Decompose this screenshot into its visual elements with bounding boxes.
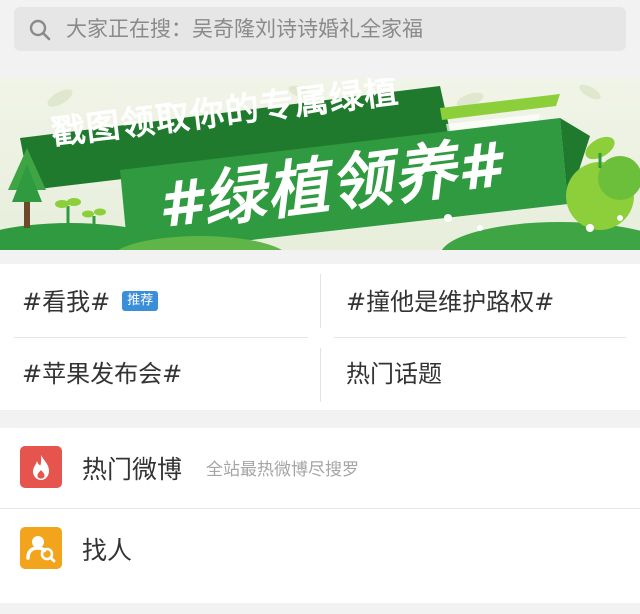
topic-label: 热门话题 [346,360,442,388]
promo-banner[interactable]: 戳图领取你的专属绿植 #绿植领养# [0,78,640,250]
list-item-hot-weibo[interactable]: 热门微博 全站最热微博尽搜罗 [0,428,640,510]
flame-icon [20,446,62,488]
recommend-badge: 推荐 [122,291,159,311]
divider [320,274,321,328]
topic-item[interactable]: #苹果发布会# [22,338,182,410]
topic-label: #撞他是维护路权# [346,288,555,316]
divider [14,337,308,338]
divider [320,348,321,402]
topic-item[interactable]: #撞他是维护路权# [346,266,554,338]
list-item-subtitle: 全站最热微博尽搜罗 [206,460,359,480]
topic-item[interactable]: #看我# 推荐 [22,266,159,338]
search-bar: 大家正在搜：吴奇隆刘诗诗婚礼全家福 [0,0,640,62]
search-input[interactable]: 大家正在搜：吴奇隆刘诗诗婚礼全家福 [14,7,626,51]
topic-label: #看我# [22,288,111,316]
discover-list: 热门微博 全站最热微博尽搜罗 找人 [0,428,640,603]
list-item-title: 热门微博 [82,455,183,484]
find-person-icon [20,527,62,569]
search-placeholder: 大家正在搜：吴奇隆刘诗诗婚礼全家福 [66,17,423,41]
hot-topics-grid: #看我# 推荐 #撞他是维护路权# #苹果发布会# 热门话题 [0,264,640,410]
list-item-find-people[interactable]: 找人 [0,509,640,591]
divider [334,337,626,338]
list-item-title: 找人 [82,536,133,565]
topic-label: #苹果发布会# [22,360,183,388]
search-icon [28,18,52,42]
hot-topics-link[interactable]: 热门话题 [346,338,442,410]
